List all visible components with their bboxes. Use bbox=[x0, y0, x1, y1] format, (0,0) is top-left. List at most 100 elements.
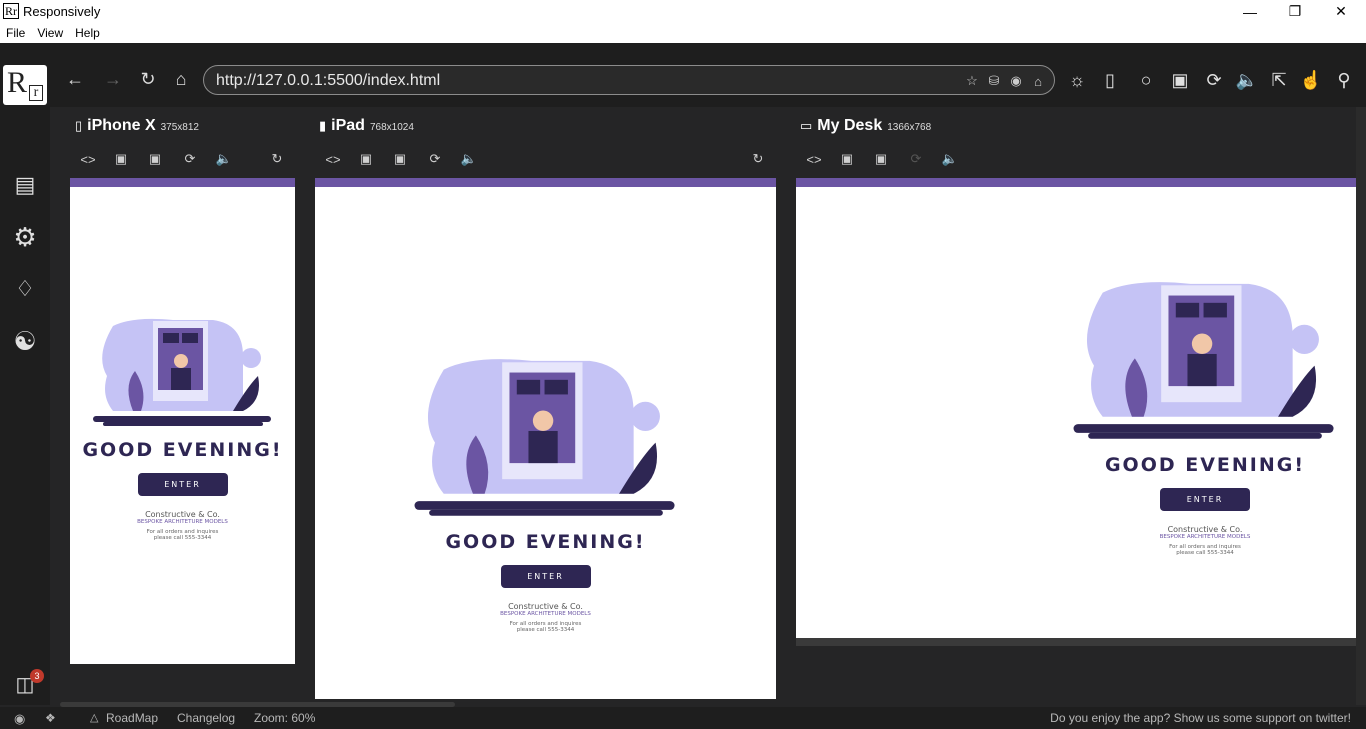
zoom-level: Zoom: 60% bbox=[254, 711, 316, 725]
company-tagline: BESPOKE ARCHITETURE MODELS bbox=[1159, 534, 1251, 540]
reload-icon[interactable]: ↻ bbox=[136, 67, 160, 91]
device-toolbar-ipad: <> ▣ ▣ ⟳ 🔈 ↻ bbox=[315, 150, 776, 168]
settings-gear-icon[interactable]: ⚙ bbox=[9, 221, 41, 253]
zoom-icon[interactable]: ⚲ bbox=[1331, 67, 1357, 93]
home-icon[interactable]: ⌂ bbox=[169, 67, 193, 91]
bookmark-star-icon[interactable]: ☆ bbox=[964, 73, 980, 89]
roadmap-link[interactable]: RoadMap bbox=[106, 711, 158, 725]
screenshot-icon[interactable]: ▣ bbox=[146, 150, 164, 168]
window-title: Responsively bbox=[23, 4, 101, 19]
touch-icon[interactable]: ☝ bbox=[1298, 67, 1324, 93]
screenshot-icon[interactable]: ▣ bbox=[872, 150, 890, 168]
app-icon: Rr bbox=[3, 3, 19, 19]
page-content: GOOD EVENING! ENTER Constructive & Co. B… bbox=[315, 355, 776, 633]
device-header-ipad: ▮ iPad 768x1024 bbox=[319, 117, 414, 134]
fullpage-screenshot-icon[interactable]: ▣ bbox=[112, 150, 130, 168]
company-tagline: BESPOKE ARCHITETURE MODELS bbox=[137, 519, 228, 525]
company-name: Constructive & Co. bbox=[508, 602, 583, 611]
mute-icon[interactable]: 🔈 bbox=[215, 150, 233, 168]
mute-icon[interactable]: 🔈 bbox=[1234, 67, 1260, 93]
device-frame-desktop[interactable]: GOOD EVENING! ENTER Constructive & Co. B… bbox=[796, 178, 1356, 638]
support-link[interactable]: Do you enjoy the app? Show us some suppo… bbox=[1050, 711, 1351, 725]
mouse-scroll-icon[interactable]: ▯ bbox=[1097, 67, 1123, 93]
devtools-icon[interactable]: <> bbox=[324, 150, 342, 168]
device-header-iphone: ▯ iPhone X 375x812 bbox=[75, 117, 199, 134]
contact-line-2: please call 555-3344 bbox=[1176, 550, 1234, 556]
screenshot-icon[interactable]: ▣ bbox=[1167, 67, 1193, 93]
status-bar: ◉ ❖ △ RoadMap Changelog Zoom: 60% Do you… bbox=[0, 707, 1366, 729]
extensions-puzzle-icon[interactable]: ♢ bbox=[9, 273, 41, 305]
brightness-icon[interactable]: ☼ bbox=[1064, 67, 1090, 93]
device-toolbar-desktop: <> ▣ ▣ ⟳ 🔈 bbox=[796, 150, 1356, 168]
fullpage-screenshot-icon[interactable]: ▣ bbox=[357, 150, 375, 168]
hero-illustration bbox=[414, 359, 675, 516]
top-toolbar: R r ← → ↻ ⌂ http://127.0.0.1:5500/index.… bbox=[0, 43, 1366, 107]
enter-button[interactable]: ENTER bbox=[137, 473, 228, 496]
greeting-heading: GOOD EVENING! bbox=[1104, 454, 1306, 476]
url-text[interactable]: http://127.0.0.1:5500/index.html bbox=[216, 72, 440, 90]
device-frame-ipad[interactable]: GOOD EVENING! ENTER Constructive & Co. B… bbox=[315, 178, 776, 699]
rotate-icon[interactable]: ⟳ bbox=[1201, 67, 1227, 93]
horizontal-scrollbar[interactable] bbox=[796, 638, 1356, 646]
menu-file[interactable]: File bbox=[0, 23, 31, 43]
mute-icon[interactable]: 🔈 bbox=[941, 150, 959, 168]
mobile-icon: ▯ bbox=[75, 118, 83, 133]
notification-badge: 3 bbox=[30, 669, 44, 683]
page-top-bar bbox=[70, 178, 295, 187]
greeting-heading: GOOD EVENING! bbox=[445, 531, 646, 553]
mouse-icon[interactable]: ○ bbox=[1133, 67, 1159, 93]
menu-help[interactable]: Help bbox=[69, 23, 106, 43]
rotate-icon[interactable]: ⟳ bbox=[426, 150, 444, 168]
github-icon[interactable]: ◉ bbox=[14, 711, 25, 727]
device-header-desktop: ▭ My Desk 1366x768 bbox=[800, 117, 932, 134]
tablet-icon: ▮ bbox=[319, 118, 327, 133]
changelog-link[interactable]: Changelog bbox=[177, 711, 235, 725]
devtools-icon[interactable]: <> bbox=[79, 150, 97, 168]
network-globe-icon[interactable]: ☯ bbox=[9, 325, 41, 357]
back-icon[interactable]: ← bbox=[63, 67, 87, 91]
company-name: Constructive & Co. bbox=[145, 510, 220, 519]
close-button[interactable]: ✕ bbox=[1318, 0, 1364, 23]
vertical-scrollbar[interactable] bbox=[1356, 107, 1366, 705]
greeting-heading: GOOD EVENING! bbox=[82, 439, 283, 461]
left-sidebar: ▤ ⚙ ♢ ☯ ◫ 3 bbox=[0, 107, 50, 705]
device-toolbar-iphone: <> ▣ ▣ ⟳ 🔈 ↻ bbox=[70, 150, 295, 168]
restore-button[interactable]: ❐ bbox=[1272, 0, 1318, 23]
enter-button[interactable]: ENTER bbox=[1160, 488, 1250, 511]
forward-icon[interactable]: → bbox=[101, 67, 125, 91]
minimize-button[interactable]: — bbox=[1227, 0, 1273, 23]
contact-line-2: please call 555-3344 bbox=[516, 627, 575, 633]
screenshot-icon[interactable]: ▣ bbox=[391, 150, 409, 168]
sync-icon[interactable]: ↻ bbox=[749, 150, 767, 168]
twitter-icon[interactable]: ❖ bbox=[45, 711, 56, 725]
page-top-bar bbox=[315, 178, 776, 187]
contact-line-2: please call 555-3344 bbox=[153, 535, 212, 541]
page-content: GOOD EVENING! ENTER Constructive & Co. B… bbox=[1070, 278, 1340, 556]
app-logo: R r bbox=[3, 65, 47, 105]
desktop-icon: ▭ bbox=[800, 118, 813, 133]
mute-icon[interactable]: 🔈 bbox=[460, 150, 478, 168]
roadmap-icon: △ bbox=[90, 712, 99, 724]
menu-view[interactable]: View bbox=[31, 23, 69, 43]
cookie-icon[interactable]: ◉ bbox=[1008, 73, 1024, 89]
storage-icon[interactable]: ⛁ bbox=[986, 73, 1002, 89]
company-tagline: BESPOKE ARCHITETURE MODELS bbox=[500, 611, 591, 617]
hero-illustration bbox=[1073, 282, 1334, 439]
enter-button[interactable]: ENTER bbox=[500, 565, 591, 588]
devtools-icon[interactable]: <> bbox=[805, 150, 823, 168]
devices-icon[interactable]: ▤ bbox=[9, 169, 41, 201]
company-name: Constructive & Co. bbox=[1167, 525, 1243, 534]
page-content: GOOD EVENING! ENTER Constructive & Co. B… bbox=[70, 316, 295, 541]
address-bar[interactable]: http://127.0.0.1:5500/index.html ☆ ⛁ ◉ ⌂ bbox=[203, 65, 1055, 95]
device-frame-iphone[interactable]: GOOD EVENING! ENTER Constructive & Co. B… bbox=[70, 178, 295, 664]
title-bar: Rr Responsively — ❐ ✕ bbox=[0, 0, 1366, 23]
page-top-bar bbox=[796, 178, 1356, 187]
rotate-icon[interactable]: ⟳ bbox=[907, 150, 925, 168]
rotate-icon[interactable]: ⟳ bbox=[181, 150, 199, 168]
menu-bar: File View Help bbox=[0, 23, 1366, 43]
inspect-icon[interactable]: ⇱ bbox=[1266, 67, 1292, 93]
home-settings-icon[interactable]: ⌂ bbox=[1030, 73, 1046, 89]
sync-icon[interactable]: ↻ bbox=[268, 150, 286, 168]
fullpage-screenshot-icon[interactable]: ▣ bbox=[838, 150, 856, 168]
hero-illustration bbox=[92, 318, 271, 426]
